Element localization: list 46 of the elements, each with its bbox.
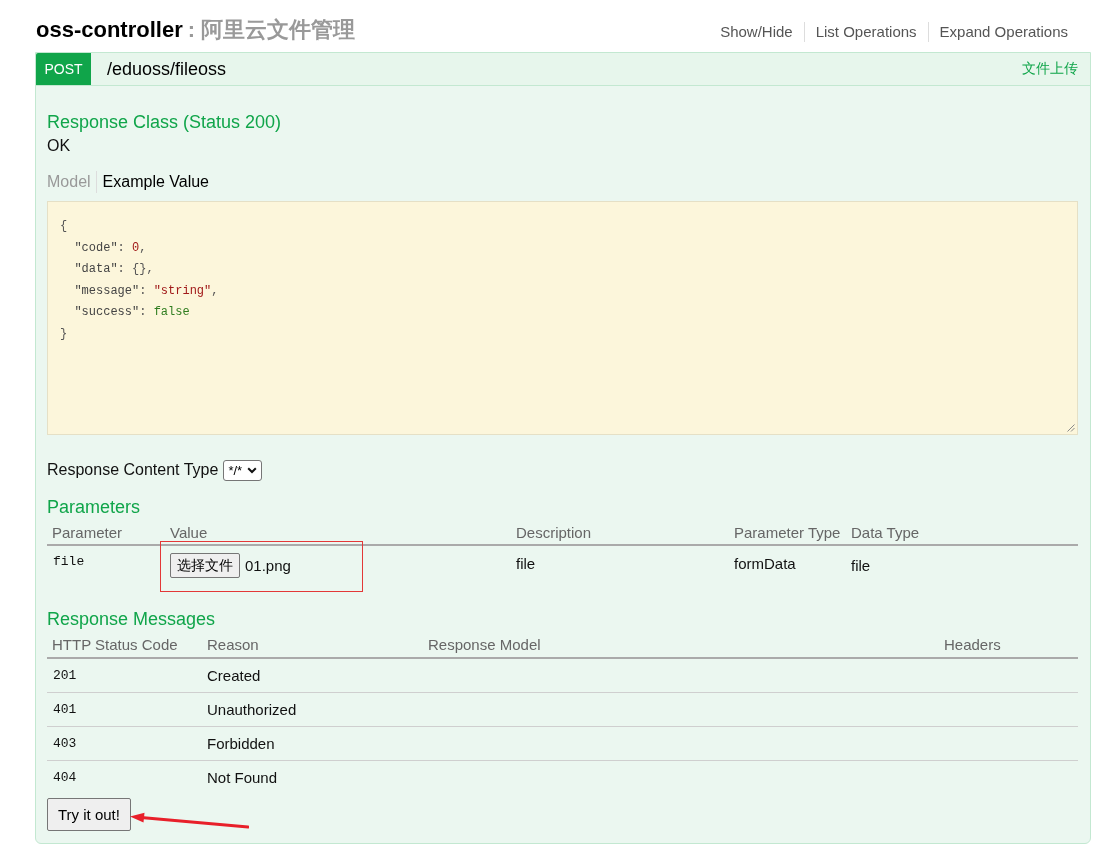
section-title: Response Messages	[47, 608, 217, 631]
header-link[interactable]: Expand Operations	[927, 22, 1079, 42]
code-line: }	[60, 325, 69, 343]
column-header: Parameter Type	[733, 524, 842, 541]
header-link[interactable]: Show/Hide	[709, 22, 804, 42]
signature-tab[interactable]: Example Value	[95, 171, 214, 193]
column-header: Value	[169, 524, 209, 541]
table-cell-text: formData	[733, 554, 797, 572]
code-line: "message": "string",	[73, 282, 220, 300]
table-cell-text: 401	[52, 701, 78, 717]
column-header: Description	[515, 524, 593, 541]
header-link[interactable]: List Operations	[803, 22, 928, 42]
try-it-out-button[interactable]: Try it out!	[47, 798, 131, 831]
file-name: 01.png	[245, 557, 291, 574]
code-line: "data": {},	[73, 261, 155, 279]
column-header: Response Model	[427, 636, 542, 653]
table-cell-text: Unauthorized	[206, 700, 298, 718]
table-cell-text: file	[850, 556, 872, 574]
caret-icon	[247, 466, 258, 474]
content-type-select[interactable]: */*	[223, 459, 263, 481]
resource-name[interactable]: oss-controller	[36, 17, 183, 42]
content-type-label: Response Content Type	[47, 461, 219, 479]
choose-file-button[interactable]: 选择文件	[170, 553, 240, 578]
column-header: Reason	[206, 636, 260, 653]
table-cell-text: Created	[206, 666, 262, 684]
column-header: Parameter	[51, 524, 124, 541]
code-line: {	[60, 218, 69, 235]
code-line: "code": 0,	[73, 239, 148, 257]
table-cell-text: Not Found	[206, 768, 279, 786]
operation-header[interactable]: POST /eduoss/fileoss 文件上传	[36, 53, 1090, 86]
table-cell-text: 404	[52, 769, 78, 785]
table-cell-text: 201	[52, 667, 78, 683]
code-line: "success": false	[73, 304, 191, 322]
table-cell-text: 403	[52, 735, 78, 751]
column-header: HTTP Status Code	[51, 636, 179, 653]
table-cell-text: file	[515, 554, 537, 572]
resource-description: : 阿里云文件管理	[187, 17, 356, 42]
resize-grip-icon[interactable]	[1067, 424, 1075, 432]
section-title: Parameters	[47, 496, 142, 519]
column-header: Data Type	[850, 524, 921, 541]
table-cell-text: file	[52, 553, 86, 569]
table-cell-text: Forbidden	[206, 734, 276, 752]
column-header: Headers	[943, 636, 1002, 653]
response-class-value: OK	[47, 136, 72, 156]
endpoint-path[interactable]: /eduoss/fileoss	[107, 58, 1022, 80]
section-title: Response Class (Status 200)	[47, 111, 283, 134]
